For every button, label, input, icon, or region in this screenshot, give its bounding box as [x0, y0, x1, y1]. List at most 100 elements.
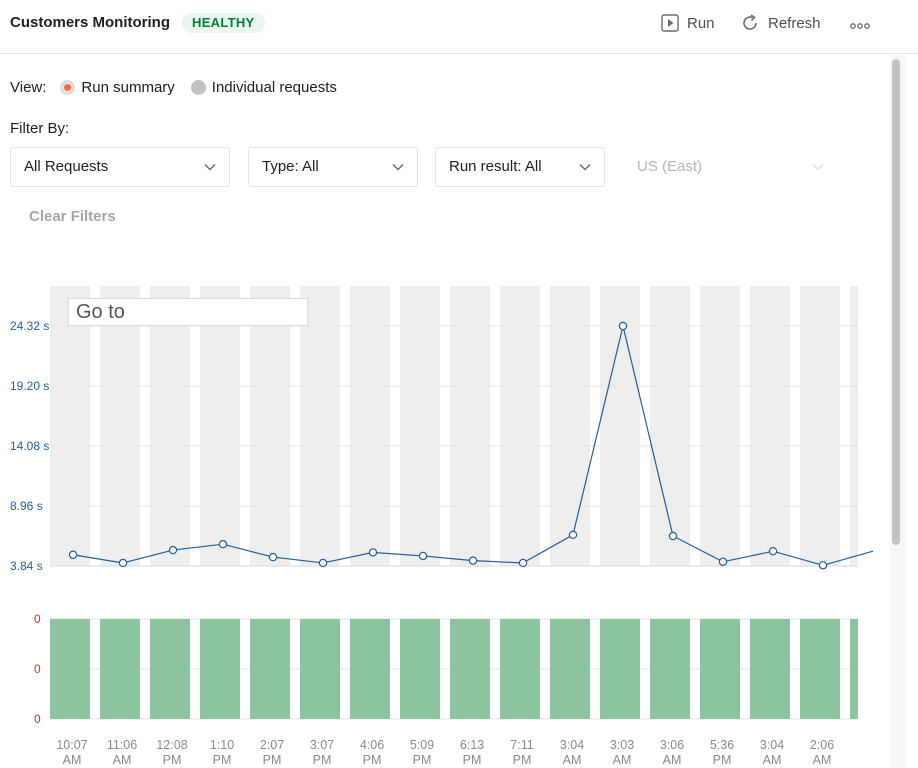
- data-point: [468, 556, 478, 565]
- y-tick-label: 14.08 s: [10, 439, 49, 453]
- refresh-icon: [743, 14, 757, 30]
- result-bar: [350, 619, 390, 719]
- x-tick-label: PM: [263, 753, 282, 767]
- x-tick-label: 2:06: [810, 738, 834, 752]
- x-tick-label: 7:11: [510, 738, 533, 752]
- x-tick-label: 5:09: [410, 738, 434, 752]
- run-label: Run: [687, 14, 715, 32]
- x-tick-label: PM: [163, 753, 182, 767]
- result-bar: [600, 619, 640, 719]
- y-tick-label: 24.32 s: [10, 319, 49, 333]
- x-tick-label: AM: [763, 753, 782, 767]
- x-tick-label: PM: [413, 753, 432, 767]
- x-tick-label: PM: [363, 753, 382, 767]
- chart-column-bg: [200, 286, 240, 566]
- play-icon: [661, 14, 679, 32]
- x-tick-label: 5:36: [710, 738, 734, 752]
- result-bar: [850, 619, 858, 719]
- chart-column-bg: [350, 286, 390, 566]
- data-point: [118, 558, 128, 568]
- x-tick-label: PM: [713, 753, 732, 767]
- data-point: [768, 547, 778, 556]
- result-bar: [450, 619, 490, 719]
- refresh-label: Refresh: [768, 14, 821, 32]
- x-tick-label: AM: [563, 753, 582, 767]
- data-point: [368, 548, 378, 557]
- x-tick-label: 3:07: [310, 738, 334, 752]
- scrollbar-thumb[interactable]: [892, 59, 900, 545]
- bar-y-tick-label: 0: [34, 712, 41, 726]
- y-tick-label: 3.84 s: [10, 559, 43, 573]
- more-icon: [850, 23, 870, 29]
- chart-column-bg: [500, 286, 540, 566]
- result-bar: [500, 619, 540, 719]
- data-point: [718, 557, 728, 566]
- data-point: [618, 321, 628, 331]
- more-options-button[interactable]: [850, 15, 870, 37]
- chart-column-bg: [850, 286, 858, 566]
- chart-column-bg: [50, 286, 90, 566]
- result-bar: [550, 619, 590, 719]
- data-point: [318, 558, 328, 568]
- bar-y-tick-label: 0: [34, 662, 41, 676]
- run-button[interactable]: Run: [661, 12, 715, 34]
- x-tick-label: AM: [113, 753, 132, 767]
- chart-column-bg: [750, 286, 790, 566]
- goto-input[interactable]: [68, 298, 308, 326]
- chart-column-bg: [450, 286, 490, 566]
- result-bar: [700, 619, 740, 719]
- result-bar: [250, 619, 290, 719]
- x-tick-label: 10:07: [56, 738, 87, 752]
- vertical-scrollbar[interactable]: [890, 55, 906, 768]
- data-point: [218, 540, 228, 549]
- chart-column-bg: [400, 286, 440, 566]
- x-tick-label: AM: [63, 753, 82, 767]
- result-bar: [800, 619, 840, 719]
- x-tick-label: PM: [213, 753, 232, 767]
- x-tick-label: 12:08: [156, 738, 187, 752]
- data-point: [818, 561, 828, 570]
- data-point: [168, 545, 178, 555]
- x-tick-label: 3:04: [760, 738, 784, 752]
- page-title: Customers Monitoring: [10, 14, 170, 31]
- chart-column-bg: [150, 286, 190, 566]
- x-tick-label: AM: [663, 753, 682, 767]
- x-tick-label: AM: [613, 753, 632, 767]
- bar-y-tick-label: 0: [34, 612, 41, 626]
- x-tick-label: 4:06: [360, 738, 384, 752]
- result-bar: [150, 619, 190, 719]
- y-tick-label: 8.96 s: [10, 499, 43, 513]
- refresh-button[interactable]: Refresh: [740, 12, 821, 34]
- data-point: [568, 530, 578, 540]
- result-bar: [300, 619, 340, 719]
- result-bar: [200, 619, 240, 719]
- content-area: View: Run summary Individual requests Fi…: [0, 55, 890, 768]
- result-bar: [50, 619, 90, 719]
- result-bar: [400, 619, 440, 719]
- chart-column-bg: [700, 286, 740, 566]
- x-tick-label: PM: [313, 753, 332, 767]
- x-tick-label: 2:07: [260, 738, 284, 752]
- x-tick-label: PM: [463, 753, 482, 767]
- data-point: [68, 550, 78, 559]
- x-tick-label: 6:13: [460, 738, 484, 752]
- chart-column-bg: [550, 286, 590, 566]
- chart-column-bg: [300, 286, 340, 566]
- header: Customers Monitoring HEALTHY Run Refresh: [0, 0, 918, 54]
- x-tick-label: 1:10: [210, 738, 234, 752]
- x-tick-label: AM: [813, 753, 832, 767]
- result-bar: [750, 619, 790, 719]
- x-tick-label: 11:06: [107, 738, 137, 752]
- x-tick-label: 3:06: [660, 738, 684, 752]
- y-tick-label: 19.20 s: [10, 379, 49, 393]
- status-badge: HEALTHY: [182, 13, 265, 33]
- data-point: [268, 552, 278, 562]
- x-tick-label: 3:03: [610, 738, 634, 752]
- chart-column-bg: [800, 286, 840, 566]
- x-tick-label: PM: [513, 753, 532, 767]
- data-point: [518, 558, 528, 568]
- chart-column-bg: [250, 286, 290, 566]
- result-bar: [100, 619, 140, 719]
- result-bar: [650, 619, 690, 719]
- x-tick-label: 3:04: [560, 738, 584, 752]
